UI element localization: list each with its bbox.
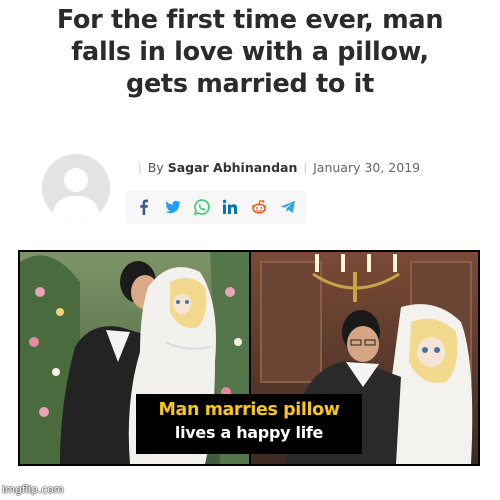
meme-caption-line-2: lives a happy life [174,423,324,442]
social-share-bar [126,190,306,224]
headline-line-1: For the first time ever, man [56,5,444,35]
meme-caption-box: Man marries pillow lives a happy life [136,394,362,454]
reddit-share-button[interactable] [248,196,270,218]
publish-date: January 30, 2019 [313,159,421,175]
byline-divider: | [303,160,308,174]
byline-by-label: By [147,159,164,175]
whatsapp-icon [193,199,210,215]
meme-caption-line-1: Man marries pillow [158,400,340,420]
author-name-link[interactable]: Sagar Abhinandan [168,160,298,175]
headline-line-2: falls in love with a pillow, [71,37,429,67]
linkedin-share-button[interactable] [219,196,241,218]
facebook-icon [140,199,148,215]
article-headline: For the first time ever, man falls in lo… [20,4,480,100]
reddit-icon [252,199,267,214]
telegram-share-button[interactable] [277,196,299,218]
whatsapp-share-button[interactable] [191,196,213,218]
imgflip-watermark: imgflip.com [2,484,64,496]
linkedin-icon [223,199,238,214]
facebook-share-button[interactable] [133,196,155,218]
default-user-icon [42,154,110,222]
telegram-icon [281,200,296,213]
author-avatar[interactable] [42,154,110,222]
headline-line-3: gets married to it [125,69,374,99]
twitter-share-button[interactable] [162,196,184,218]
byline-divider: | [138,160,142,174]
twitter-icon [165,200,181,214]
article-byline: | By Sagar Abhinandan | January 30, 2019 [132,157,420,177]
